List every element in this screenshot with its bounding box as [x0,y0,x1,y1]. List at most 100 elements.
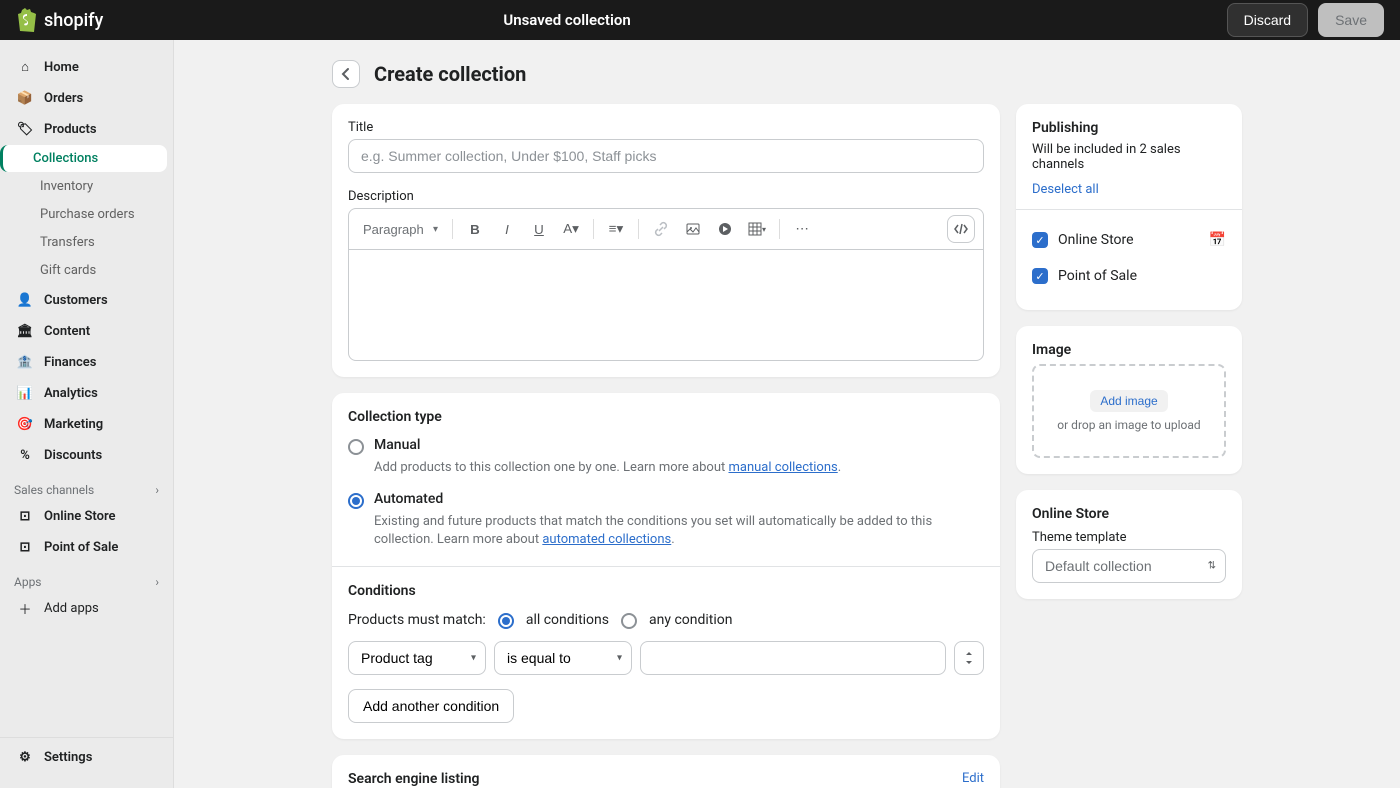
automated-help: Existing and future products that match … [374,513,984,549]
arrow-left-icon [339,67,353,81]
table-button[interactable]: ▾ [743,215,771,243]
home-icon: ⌂ [16,58,34,76]
chevron-right-icon[interactable]: › [155,483,159,497]
sidebar-item-content[interactable]: 🏛Content [6,316,167,346]
title-input[interactable] [348,139,984,173]
code-icon [953,221,969,237]
align-button[interactable]: ≡▾ [602,215,630,243]
analytics-icon: 📊 [16,384,34,402]
underline-button[interactable]: U [525,215,553,243]
video-button[interactable] [711,215,739,243]
template-select[interactable]: Default collection [1032,549,1226,583]
image-icon [685,221,701,237]
publishing-heading: Publishing [1032,120,1226,136]
sidebar-item-inventory[interactable]: Inventory [6,173,167,200]
text-color-button[interactable]: A▾ [557,215,585,243]
sidebar-item-orders[interactable]: 📦Orders [6,83,167,113]
channel-icon: ⊡ [16,538,34,556]
collection-type-heading: Collection type [348,409,984,425]
logo-text: shopify [44,10,103,31]
shopify-logo: shopify [16,8,103,32]
bold-button[interactable]: B [461,215,489,243]
radio-any-condition[interactable] [621,613,637,629]
orders-icon: 📦 [16,89,34,107]
link-button[interactable] [647,215,675,243]
sidebar-item-purchase-orders[interactable]: Purchase orders [6,201,167,228]
image-dropzone[interactable]: Add image or drop an image to upload [1032,364,1226,458]
description-label: Description [348,189,984,204]
image-heading: Image [1032,342,1226,358]
sidebar-item-collections[interactable]: Collections [0,145,167,172]
add-apps[interactable]: ＋ Add apps [6,593,167,623]
manual-radio-row[interactable]: Manual [348,437,984,455]
sidebar-item-marketing[interactable]: 🎯Marketing [6,409,167,439]
save-button[interactable]: Save [1318,3,1384,37]
page-title: Create collection [374,62,526,86]
sidebar-item-customers[interactable]: 👤Customers [6,285,167,315]
sidebar-item-products[interactable]: 🏷Products [6,114,167,144]
apps-header: Apps [14,575,42,589]
paragraph-select[interactable]: Paragraph [357,218,444,241]
sidebar-item-finances[interactable]: 🏦Finances [6,347,167,377]
sidebar-item-transfers[interactable]: Transfers [6,229,167,256]
description-editor[interactable] [348,249,984,361]
channel-checkbox[interactable]: ✓ [1032,268,1048,284]
sidebar-channel-point-of-sale[interactable]: ⊡Point of Sale [6,532,167,562]
play-icon [717,221,733,237]
channel-icon: ⊡ [16,507,34,525]
automated-radio-row[interactable]: Automated [348,491,984,509]
marketing-icon: 🎯 [16,415,34,433]
content-icon: 🏛 [16,322,34,340]
channel-checkbox[interactable]: ✓ [1032,232,1048,248]
link-icon [653,221,669,237]
shopify-bag-icon [16,8,38,32]
italic-button[interactable]: I [493,215,521,243]
sidebar-item-gift-cards[interactable]: Gift cards [6,257,167,284]
deselect-all-link[interactable]: Deselect all [1032,182,1226,197]
condition-sort-button[interactable] [954,641,984,675]
back-button[interactable] [332,60,360,88]
condition-field-select[interactable]: Product tag [348,641,486,675]
add-image-button[interactable]: Add image [1090,390,1167,412]
condition-operator-select[interactable]: is equal to [494,641,632,675]
automated-collections-link[interactable]: automated collections [542,532,671,547]
sidebar-item-analytics[interactable]: 📊Analytics [6,378,167,408]
topbar-title: Unsaved collection [503,11,1226,29]
image-button[interactable] [679,215,707,243]
chevron-right-icon[interactable]: › [155,575,159,589]
radio-manual[interactable] [348,439,364,455]
more-button[interactable]: ⋯ [788,215,816,243]
customers-icon: 👤 [16,291,34,309]
sales-channels-header: Sales channels [14,483,94,497]
seo-heading: Search engine listing [348,771,479,787]
table-icon [748,222,762,236]
channel-row-point-of-sale: ✓Point of Sale [1032,258,1226,294]
plus-icon: ＋ [16,599,34,617]
finances-icon: 🏦 [16,353,34,371]
online-store-heading: Online Store [1032,506,1226,522]
title-label: Title [348,120,984,135]
condition-value-input[interactable] [640,641,946,675]
radio-automated[interactable] [348,493,364,509]
sort-icon [963,651,975,665]
add-condition-button[interactable]: Add another condition [348,689,514,723]
drop-text: or drop an image to upload [1044,418,1214,432]
conditions-heading: Conditions [348,583,984,599]
radio-all-conditions[interactable] [498,613,514,629]
code-view-button[interactable] [947,215,975,243]
discard-button[interactable]: Discard [1227,3,1308,37]
match-label: Products must match: [348,612,486,628]
manual-help: Add products to this collection one by o… [374,459,984,477]
settings-link[interactable]: ⚙ Settings [0,737,173,776]
sidebar-item-discounts[interactable]: %Discounts [6,440,167,470]
sidebar-item-home[interactable]: ⌂Home [6,52,167,82]
calendar-icon[interactable]: 📅 [1209,232,1226,248]
publishing-subtitle: Will be included in 2 sales channels [1032,142,1226,172]
sidebar-channel-online-store[interactable]: ⊡Online Store [6,501,167,531]
discounts-icon: % [16,446,34,464]
channel-row-online-store: ✓Online Store📅 [1032,222,1226,258]
manual-collections-link[interactable]: manual collections [728,460,837,475]
seo-edit-link[interactable]: Edit [962,771,984,786]
gear-icon: ⚙ [16,748,34,766]
template-label: Theme template [1032,530,1226,545]
